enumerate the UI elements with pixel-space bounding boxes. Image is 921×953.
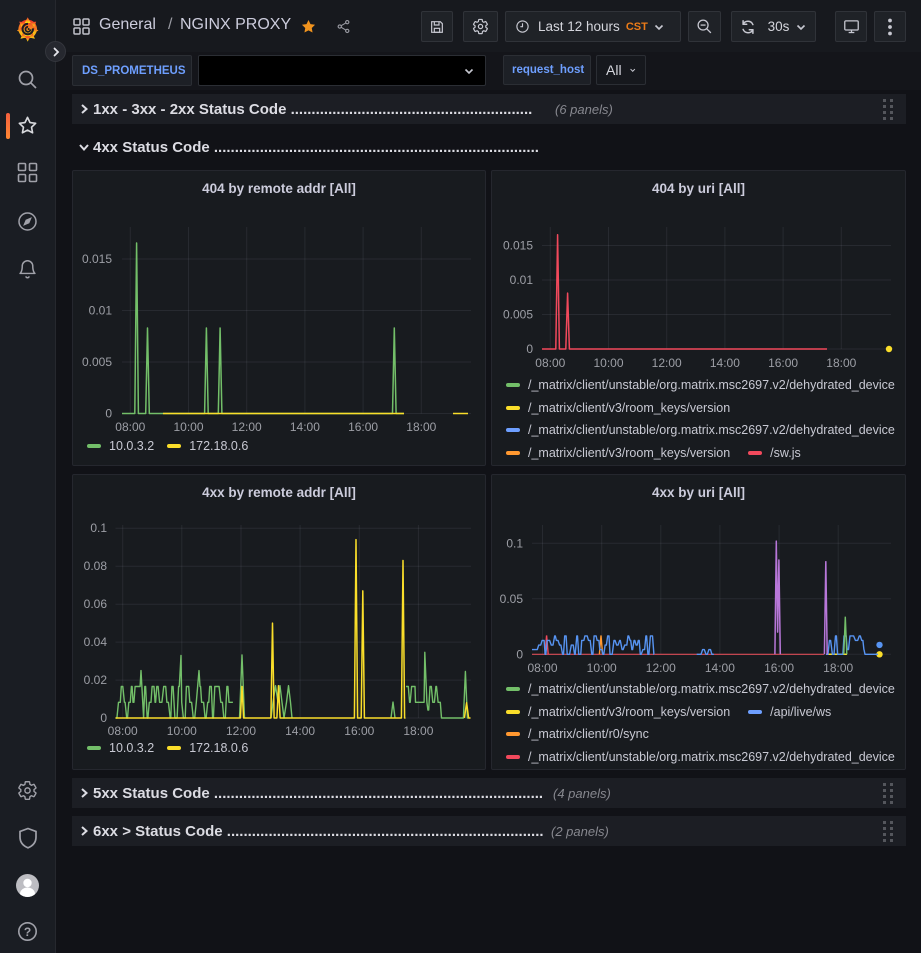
svg-text:18:00: 18:00: [406, 420, 436, 434]
svg-text:0: 0: [100, 711, 107, 725]
svg-text:0: 0: [526, 342, 533, 356]
svg-text:0.06: 0.06: [84, 597, 108, 611]
svg-text:10:00: 10:00: [167, 724, 197, 738]
svg-text:0.005: 0.005: [82, 355, 112, 369]
svg-text:08:00: 08:00: [115, 420, 145, 434]
svg-text:12:00: 12:00: [232, 420, 262, 434]
svg-text:0.02: 0.02: [84, 673, 108, 687]
svg-text:18:00: 18:00: [403, 724, 433, 738]
svg-text:0.04: 0.04: [84, 635, 108, 649]
svg-text:0.015: 0.015: [503, 239, 533, 253]
svg-text:12:00: 12:00: [652, 356, 682, 370]
svg-text:0.015: 0.015: [82, 252, 112, 266]
svg-text:0.005: 0.005: [503, 308, 533, 322]
svg-text:0.1: 0.1: [506, 536, 523, 550]
svg-text:14:00: 14:00: [285, 724, 315, 738]
svg-text:16:00: 16:00: [348, 420, 378, 434]
svg-text:14:00: 14:00: [705, 661, 735, 675]
svg-text:0.1: 0.1: [90, 521, 107, 535]
svg-text:14:00: 14:00: [710, 356, 740, 370]
svg-text:0.05: 0.05: [500, 592, 524, 606]
svg-text:10:00: 10:00: [173, 420, 203, 434]
svg-text:14:00: 14:00: [290, 420, 320, 434]
svg-text:16:00: 16:00: [764, 661, 794, 675]
svg-text:0.01: 0.01: [89, 304, 113, 318]
svg-text:18:00: 18:00: [823, 661, 853, 675]
svg-text:?: ?: [24, 925, 31, 939]
svg-text:10:00: 10:00: [593, 356, 623, 370]
svg-text:18:00: 18:00: [826, 356, 856, 370]
svg-text:10:00: 10:00: [587, 661, 617, 675]
svg-text:08:00: 08:00: [108, 724, 138, 738]
svg-text:12:00: 12:00: [646, 661, 676, 675]
svg-text:0.01: 0.01: [510, 273, 534, 287]
svg-text:12:00: 12:00: [226, 724, 256, 738]
svg-text:0: 0: [105, 407, 112, 421]
svg-text:16:00: 16:00: [344, 724, 374, 738]
svg-text:08:00: 08:00: [535, 356, 565, 370]
svg-text:08:00: 08:00: [527, 661, 557, 675]
svg-text:16:00: 16:00: [768, 356, 798, 370]
svg-text:0.08: 0.08: [84, 559, 108, 573]
svg-text:0: 0: [516, 647, 523, 661]
